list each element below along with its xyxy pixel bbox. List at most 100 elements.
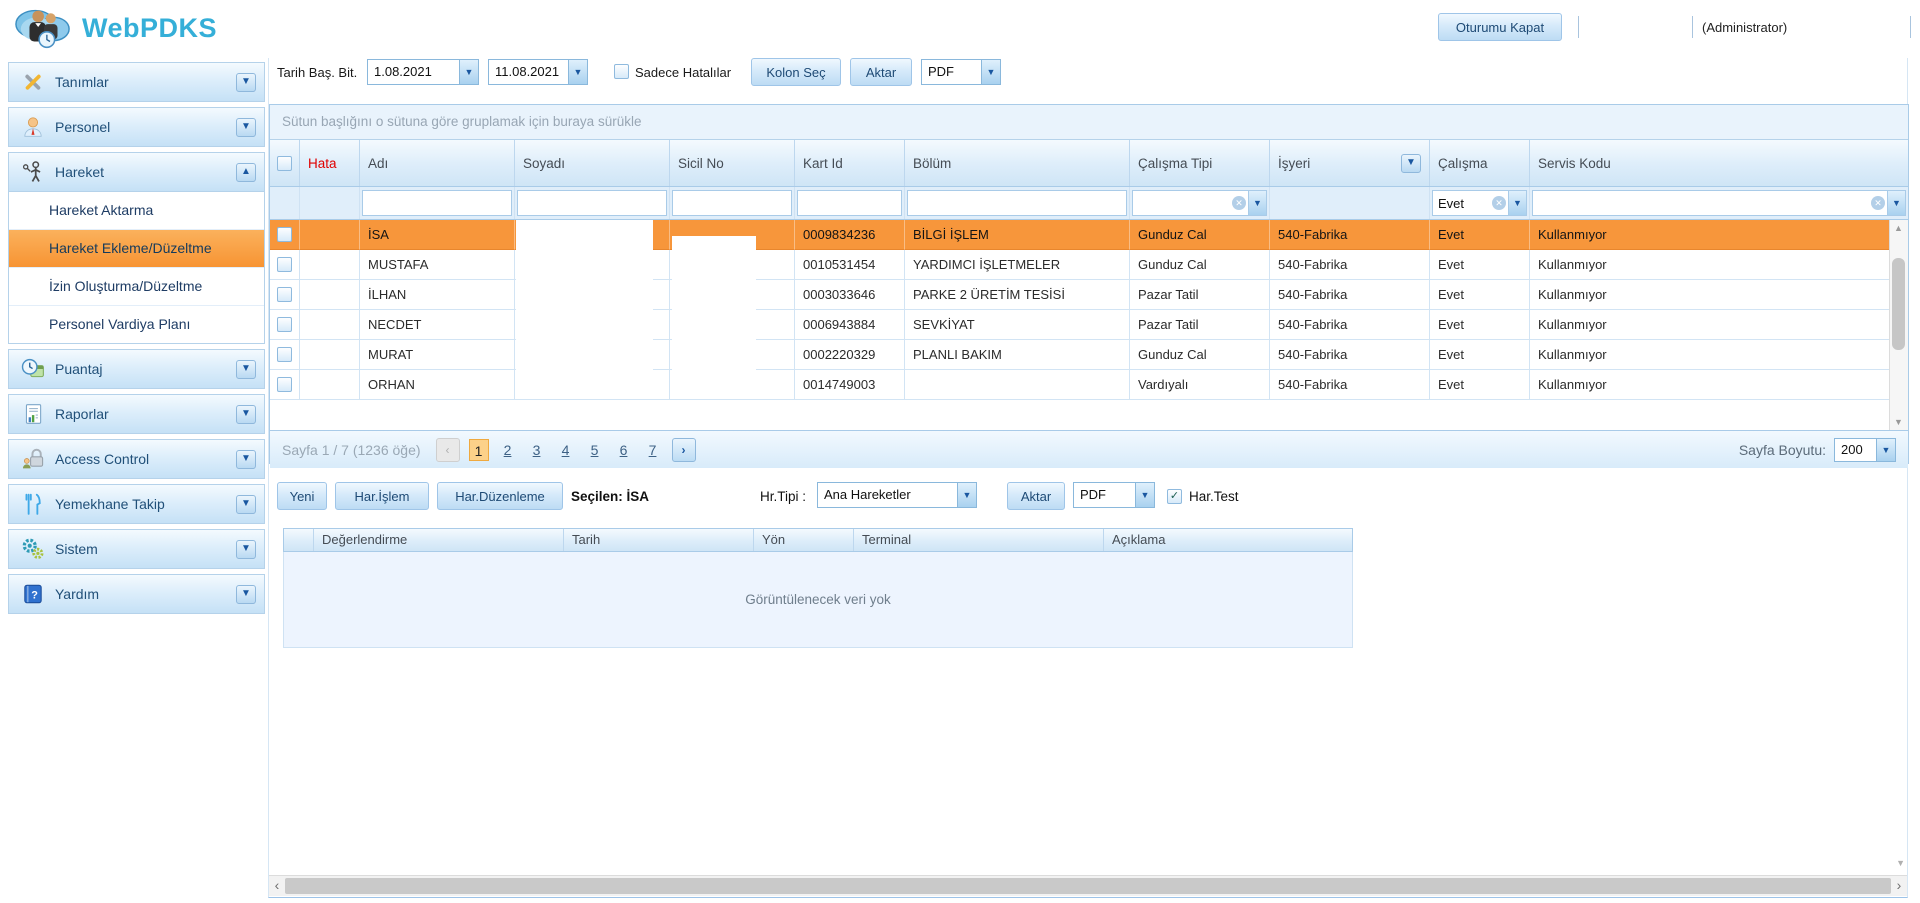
column-header-yon[interactable]: Yön	[754, 529, 854, 551]
detail-export-button[interactable]: Aktar	[1007, 482, 1065, 510]
sidebar-item-hareket-ekleme-duzeltme[interactable]: Hareket Ekleme/Düzeltme	[9, 230, 264, 268]
scroll-right-icon[interactable]: ›	[1891, 876, 1907, 896]
column-header-aciklama[interactable]: Açıklama	[1104, 529, 1352, 551]
clear-filter-icon[interactable]: ✕	[1871, 196, 1885, 210]
filter-input-kart-id[interactable]	[797, 190, 902, 216]
page-number-2[interactable]: 2	[498, 439, 518, 461]
chevron-down-icon[interactable]: ▼	[1508, 191, 1526, 215]
column-header-bolum[interactable]: Bölüm	[905, 140, 1130, 186]
scrollbar-thumb[interactable]	[1892, 258, 1905, 350]
page-number-4[interactable]: 4	[556, 439, 576, 461]
scroll-down-icon[interactable]: ▼	[1890, 414, 1907, 430]
column-header-calisma-tipi[interactable]: Çalışma Tipi	[1130, 140, 1270, 186]
movement-edit-button[interactable]: Har.Düzenleme	[437, 482, 563, 510]
chevron-up-icon[interactable]: ▲	[236, 163, 256, 182]
column-select-button[interactable]: Kolon Seç	[751, 58, 841, 86]
chevron-down-icon[interactable]: ▼	[236, 495, 256, 514]
detail-format-select[interactable]: PDF ▼	[1073, 482, 1155, 508]
only-errors-checkbox[interactable]	[614, 64, 629, 79]
new-button[interactable]: Yeni	[277, 482, 327, 510]
column-header-tarih[interactable]: Tarih	[564, 529, 754, 551]
filter-input-soyadi[interactable]	[517, 190, 667, 216]
chevron-down-icon[interactable]: ▼	[236, 73, 256, 92]
chevron-down-icon[interactable]: ▼	[1887, 191, 1905, 215]
chevron-down-icon[interactable]: ▼	[236, 540, 256, 559]
row-checkbox[interactable]	[277, 287, 292, 302]
har-test-checkbox[interactable]: ✓	[1167, 489, 1182, 504]
column-header-isyeri[interactable]: İşyeri ▼	[1270, 140, 1430, 186]
chevron-down-icon[interactable]: ▼	[236, 450, 256, 469]
column-header-adi[interactable]: Adı	[360, 140, 515, 186]
filter-select-calisma-tipi[interactable]: ✕ ▼	[1132, 190, 1267, 216]
column-header-kart-id[interactable]: Kart Id	[795, 140, 905, 186]
column-header-terminal[interactable]: Terminal	[854, 529, 1104, 551]
sidebar-item-raporlar[interactable]: Raporlar ▼	[8, 394, 265, 434]
filter-input-bolum[interactable]	[907, 190, 1127, 216]
chevron-down-icon[interactable]: ▼	[236, 118, 256, 137]
row-checkbox[interactable]	[277, 347, 292, 362]
end-date-picker[interactable]: 11.08.2021 ▼	[488, 59, 588, 85]
column-header-sicil-no[interactable]: Sicil No	[670, 140, 795, 186]
chevron-down-icon[interactable]: ▼	[1876, 439, 1895, 461]
vertical-scrollbar[interactable]: ▲ ▼	[1889, 220, 1908, 430]
chevron-down-icon[interactable]: ▼	[981, 60, 1000, 84]
sidebar-item-sistem[interactable]: Sistem ▼	[8, 529, 265, 569]
filter-input-adi[interactable]	[362, 190, 512, 216]
chevron-down-icon[interactable]: ▼	[236, 585, 256, 604]
movement-type-select[interactable]: Ana Hareketler ▼	[817, 482, 977, 508]
select-all-checkbox[interactable]	[277, 156, 292, 171]
sidebar-item-personel[interactable]: Personel ▼	[8, 107, 265, 147]
sidebar-item-access-control[interactable]: Access Control ▼	[8, 439, 265, 479]
filter-input-sicil-no[interactable]	[672, 190, 792, 216]
page-size-select[interactable]: 200 ▼	[1834, 438, 1896, 462]
chevron-down-icon[interactable]: ▼	[1248, 191, 1266, 215]
row-checkbox[interactable]	[277, 227, 292, 242]
column-header-hata[interactable]: Hata	[300, 140, 360, 186]
export-format-select[interactable]: PDF ▼	[921, 59, 1001, 85]
page-number-7[interactable]: 7	[643, 439, 663, 461]
sidebar-item-yardim[interactable]: ? Yardım ▼	[8, 574, 265, 614]
row-checkbox[interactable]	[277, 257, 292, 272]
horizontal-scrollbar[interactable]: ‹ ›	[269, 875, 1907, 896]
sidebar-item-personel-vardiya-plani[interactable]: Personel Vardiya Planı	[9, 306, 264, 343]
page-number-3[interactable]: 3	[527, 439, 547, 461]
start-date-picker[interactable]: 1.08.2021 ▼	[367, 59, 479, 85]
filter-select-servis-kodu[interactable]: ✕ ▼	[1532, 190, 1906, 216]
column-header-servis-kodu[interactable]: Servis Kodu	[1530, 140, 1908, 186]
column-header-soyadi[interactable]: Soyadı	[515, 140, 670, 186]
clear-filter-icon[interactable]: ✕	[1232, 196, 1246, 210]
scrollbar-thumb[interactable]	[285, 878, 1891, 894]
group-by-drop-zone[interactable]: Sütun başlığını o sütuna göre gruplamak …	[270, 105, 1908, 140]
scroll-left-icon[interactable]: ‹	[269, 876, 285, 896]
clear-filter-icon[interactable]: ✕	[1492, 196, 1506, 210]
chevron-down-icon[interactable]: ▼	[236, 405, 256, 424]
scroll-up-icon[interactable]: ▲	[1890, 220, 1907, 236]
chevron-down-icon[interactable]: ▼	[236, 360, 256, 379]
page-number-5[interactable]: 5	[585, 439, 605, 461]
chevron-down-icon[interactable]: ▼	[459, 60, 478, 84]
page-number-1[interactable]: 1	[469, 439, 489, 461]
prev-page-button[interactable]: ‹	[436, 438, 460, 462]
table-row[interactable]: ORHAN 0014749003 Vardıyalı 540-Fabrika E…	[270, 370, 1908, 400]
export-button[interactable]: Aktar	[850, 58, 912, 86]
row-checkbox[interactable]	[277, 317, 292, 332]
sidebar-item-izin-olusturma-duzeltme[interactable]: İzin Oluşturma/Düzeltme	[9, 268, 264, 306]
movement-process-button[interactable]: Har.İşlem	[335, 482, 429, 510]
sidebar-item-yemekhane-takip[interactable]: Yemekhane Takip ▼	[8, 484, 265, 524]
sidebar-item-hareket-aktarma[interactable]: Hareket Aktarma	[9, 192, 264, 230]
chevron-down-icon[interactable]: ▼	[1135, 483, 1154, 507]
sidebar-item-tanimlar[interactable]: Tanımlar ▼	[8, 62, 265, 102]
sidebar-item-puantaj[interactable]: Puantaj ▼	[8, 349, 265, 389]
row-checkbox[interactable]	[277, 377, 292, 392]
column-header-calisma[interactable]: Çalışma	[1430, 140, 1530, 186]
chevron-down-icon[interactable]: ▼	[568, 60, 587, 84]
page-number-6[interactable]: 6	[614, 439, 634, 461]
sidebar-item-hareket[interactable]: Hareket ▲	[8, 152, 265, 192]
filter-select-calisma[interactable]: Evet ✕ ▼	[1432, 190, 1527, 216]
header-filter-menu-icon[interactable]: ▼	[1401, 154, 1421, 173]
logout-button[interactable]: Oturumu Kapat	[1438, 13, 1562, 41]
scroll-down-icon[interactable]: ▼	[1896, 858, 1905, 868]
chevron-down-icon[interactable]: ▼	[957, 483, 976, 507]
next-page-button[interactable]: ›	[672, 438, 696, 462]
column-header-degerlendirme[interactable]: Değerlendirme	[314, 529, 564, 551]
